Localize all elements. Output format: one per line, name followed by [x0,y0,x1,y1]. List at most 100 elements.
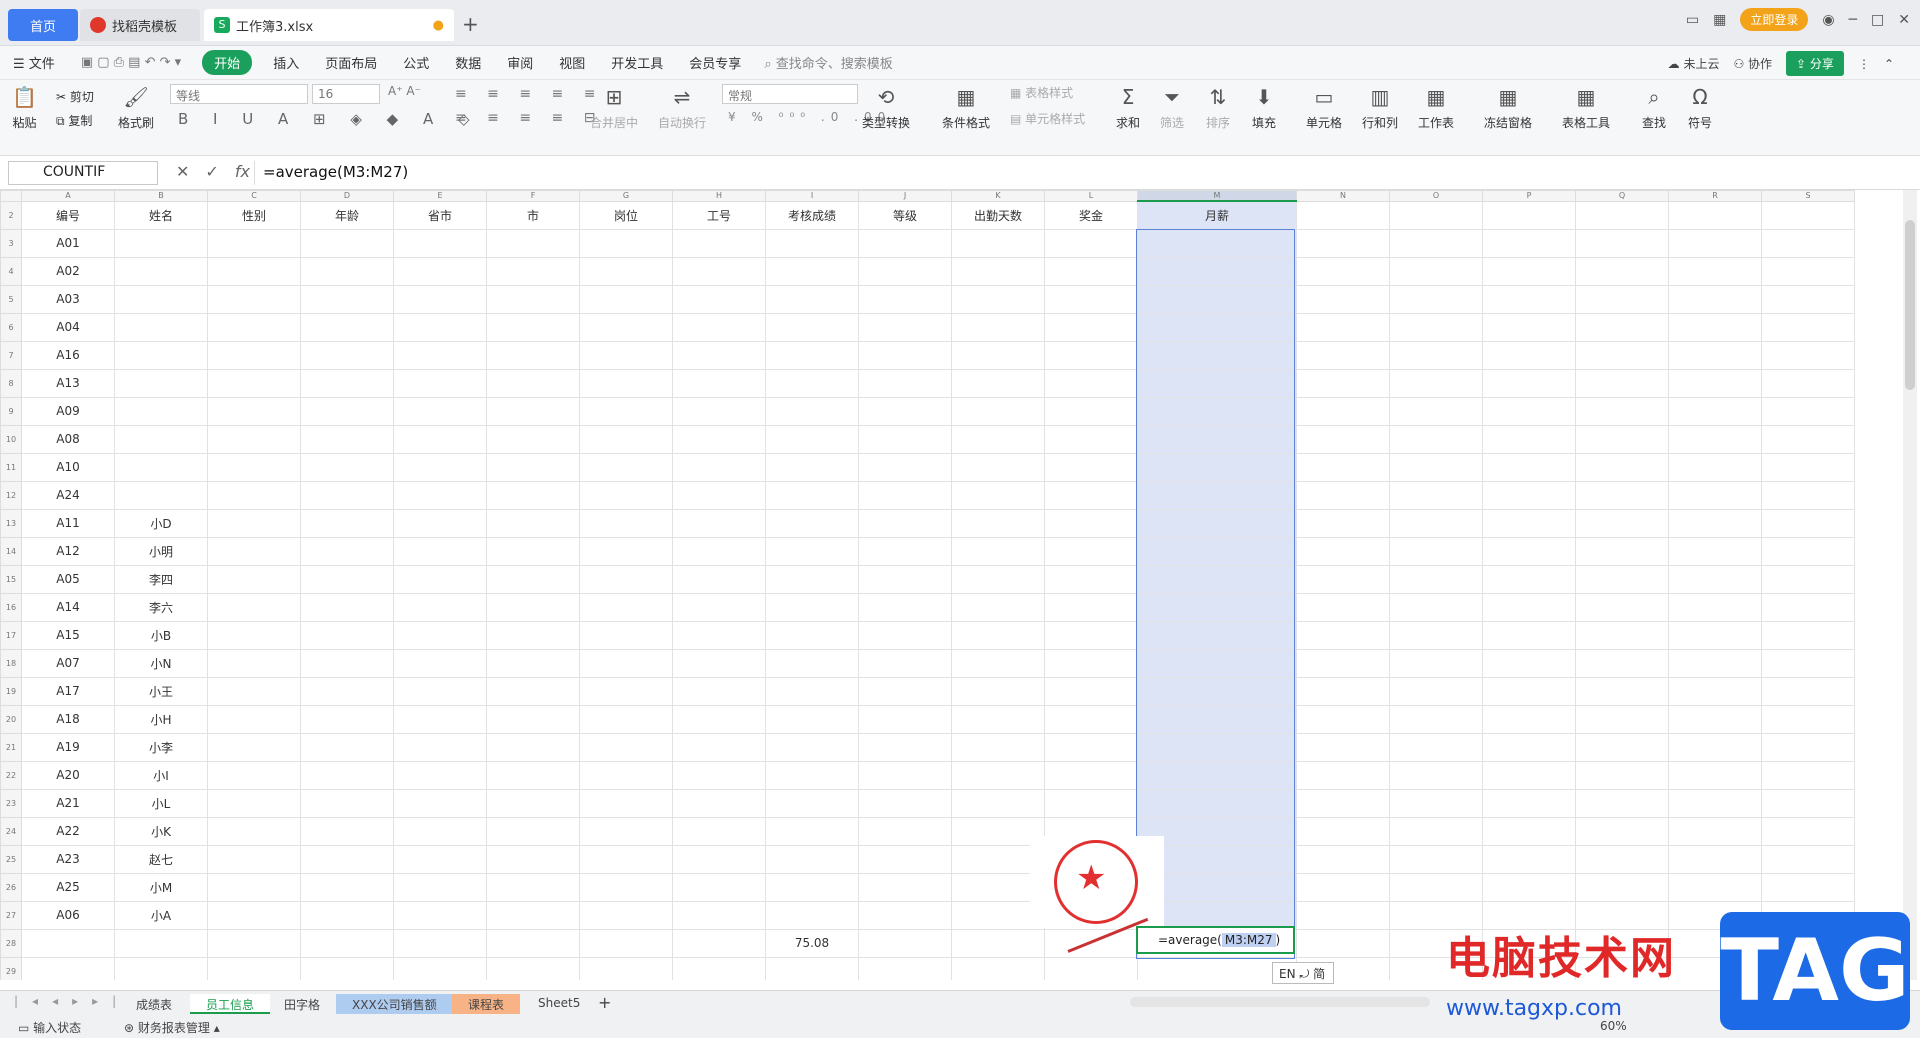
cell-D19[interactable] [300,676,394,706]
cell-N21[interactable] [1296,732,1390,762]
vertical-scrollbar[interactable] [1903,190,1917,980]
cell-N15[interactable] [1296,564,1390,594]
cell-F5[interactable] [486,284,580,314]
cell-A14[interactable]: A12 [21,536,115,566]
cell-F27[interactable] [486,900,580,930]
cell-P24[interactable] [1482,816,1576,846]
table-style-button[interactable]: ▦ 表格样式 [1010,84,1073,101]
cell-A25[interactable]: A23 [21,844,115,874]
row-header[interactable]: 20 [0,704,22,734]
cell-S9[interactable] [1761,396,1855,426]
more-icon[interactable]: ⋮ [1858,57,1870,71]
cell-I25[interactable] [765,844,859,874]
cell-F16[interactable] [486,592,580,622]
cell-D16[interactable] [300,592,394,622]
cell-J22[interactable] [858,760,952,790]
cell-D23[interactable] [300,788,394,818]
cell-E8[interactable] [393,368,487,398]
cell-I5[interactable] [765,284,859,314]
menu-developer[interactable]: 开发工具 [598,53,676,72]
row-header[interactable]: 4 [0,256,22,286]
row-header[interactable]: 23 [0,788,22,818]
cell-J27[interactable] [858,900,952,930]
cell-O12[interactable] [1389,480,1483,510]
cell-J19[interactable] [858,676,952,706]
cell-L18[interactable] [1044,648,1138,678]
row-header[interactable]: 25 [0,844,22,874]
cell-N24[interactable] [1296,816,1390,846]
cell-E10[interactable] [393,424,487,454]
cell-C29[interactable] [207,956,301,980]
cell-A2[interactable]: 编号 [21,200,115,230]
cell-N17[interactable] [1296,620,1390,650]
cell-J5[interactable] [858,284,952,314]
column-header-I[interactable]: I [765,190,859,202]
cell-C24[interactable] [207,816,301,846]
sheet-nav-arrows[interactable]: |◂◂▸▸| [14,994,130,1008]
cell-A12[interactable]: A24 [21,480,115,510]
sheet-table[interactable]: A B C D E F G H I J K L M N O P Q R S 2 编号 姓名 性别 年龄 省市市岗位 工号 考核成绩等… [0,190,1855,980]
cell-B5[interactable] [114,284,208,314]
cell-L10[interactable] [1044,424,1138,454]
cell-R10[interactable] [1668,424,1762,454]
cell-F21[interactable] [486,732,580,762]
cell-G15[interactable] [579,564,673,594]
cell-F12[interactable] [486,480,580,510]
cell-E19[interactable] [393,676,487,706]
row-header[interactable]: 27 [0,900,22,930]
cell-R23[interactable] [1668,788,1762,818]
cell-J28[interactable] [858,928,952,958]
cell-C25[interactable] [207,844,301,874]
cell-K22[interactable] [951,760,1045,790]
cell-E6[interactable] [393,312,487,342]
cell-A23[interactable]: A21 [21,788,115,818]
cell-B17[interactable]: 小B [114,620,208,650]
cell-L15[interactable] [1044,564,1138,594]
cell-Q22[interactable] [1575,760,1669,790]
cell-M14[interactable] [1137,536,1297,566]
cell-H15[interactable] [672,564,766,594]
cell-E18[interactable] [393,648,487,678]
cell-N9[interactable] [1296,396,1390,426]
cell-E26[interactable] [393,872,487,902]
cell-A8[interactable]: A13 [21,368,115,398]
cell-L19[interactable] [1044,676,1138,706]
cell-G29[interactable] [579,956,673,980]
column-header-O[interactable]: O [1389,190,1483,202]
cell-I29[interactable] [765,956,859,980]
cell-J13[interactable] [858,508,952,538]
cell-M11[interactable] [1137,452,1297,482]
cell-S18[interactable] [1761,648,1855,678]
cell-A7[interactable]: A16 [21,340,115,370]
cell-O18[interactable] [1389,648,1483,678]
cell-J24[interactable] [858,816,952,846]
font-name-select[interactable]: 等线 [170,84,308,104]
cell-D17[interactable] [300,620,394,650]
cell-H14[interactable] [672,536,766,566]
cell-I27[interactable] [765,900,859,930]
cell-G25[interactable] [579,844,673,874]
cell-S4[interactable] [1761,256,1855,286]
row-header[interactable]: 19 [0,676,22,706]
cell-B7[interactable] [114,340,208,370]
cell-N23[interactable] [1296,788,1390,818]
cell-I14[interactable] [765,536,859,566]
cell-E29[interactable] [393,956,487,980]
cell-D18[interactable] [300,648,394,678]
cell-I9[interactable] [765,396,859,426]
cell-C21[interactable] [207,732,301,762]
cell-J15[interactable] [858,564,952,594]
name-box[interactable]: COUNTIF [8,161,158,185]
cell-J18[interactable] [858,648,952,678]
cell-I21[interactable] [765,732,859,762]
merge-button[interactable]: ⊞ 合并居中 [590,86,638,131]
cell-H20[interactable] [672,704,766,734]
column-header-D[interactable]: D [300,190,394,202]
column-header-M[interactable]: M [1137,190,1297,202]
cell-C10[interactable] [207,424,301,454]
cell-K13[interactable] [951,508,1045,538]
cell-O22[interactable] [1389,760,1483,790]
cell-D28[interactable] [300,928,394,958]
cell-K9[interactable] [951,396,1045,426]
cell-M20[interactable] [1137,704,1297,734]
